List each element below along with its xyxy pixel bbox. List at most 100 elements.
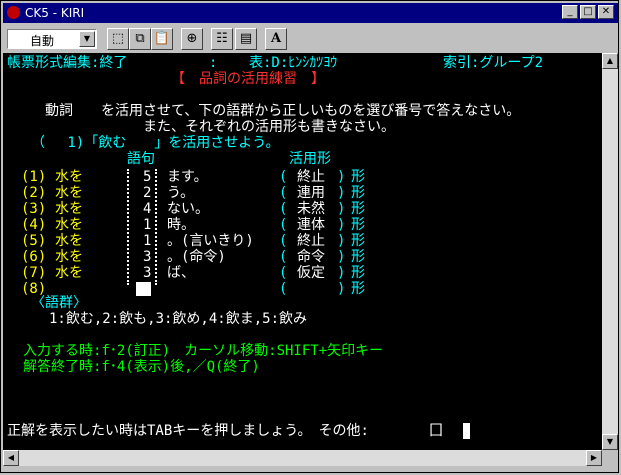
title-bar[interactable]: CK5 - KIRI _ □ ✕ [3, 3, 618, 23]
form-suffix: 形 [351, 249, 365, 265]
window-title: CK5 - KIRI [25, 6, 85, 20]
answer-number[interactable]: 1 [143, 217, 151, 233]
header-index: 索引:グループ2 [443, 55, 544, 71]
app-icon[interactable] [7, 6, 20, 19]
answer-bracket-right [155, 169, 159, 285]
close-button[interactable]: ✕ [598, 5, 614, 19]
row-subject: 水を [55, 169, 83, 185]
scroll-up-icon[interactable]: ▲ [602, 53, 618, 69]
row-ending: 。(言いきり) [167, 233, 254, 249]
form-suffix: 形 [351, 169, 365, 185]
chevron-down-icon[interactable]: ▼ [79, 31, 95, 47]
form-close-paren: ) [337, 217, 346, 233]
row-ending: 。(命令) [167, 249, 226, 265]
row-number: (1) [21, 169, 47, 185]
row-number: (7) [21, 265, 47, 281]
properties-icon[interactable]: ☷ [211, 28, 233, 50]
form-open-paren: ( [279, 185, 288, 201]
word-group-label: 〈語群〉 [31, 295, 87, 311]
help-line-2: 解答終了時:f･4(表示)後,／Q(終了) [23, 359, 260, 375]
column-header-word: 語句 [127, 151, 155, 167]
form-suffix: 形 [351, 233, 365, 249]
row-subject: 水を [55, 185, 83, 201]
word-group-items: 1:飲む,2:飲も,3:飲め,4:飲ま,5:飲み [49, 311, 308, 327]
form-answer[interactable]: 終止 [297, 169, 325, 185]
scroll-right-icon[interactable]: ▶ [586, 450, 602, 466]
row-number: (3) [21, 201, 47, 217]
row-subject: 水を [55, 217, 83, 233]
maximize-button[interactable]: □ [580, 5, 596, 19]
row-ending: う。 [167, 185, 195, 201]
form-open-paren: ( [279, 281, 288, 297]
answer-number[interactable]: 3 [143, 249, 151, 265]
form-open-paren: ( [279, 217, 288, 233]
horizontal-scrollbar[interactable]: ◀ ▶ [3, 450, 602, 466]
application-window: CK5 - KIRI _ □ ✕ 自動 ▼ ⬚ ⧉ 📋 ⊕ ☷ ▤ A 帳票形式… [0, 0, 619, 473]
form-close-paren: ) [337, 233, 346, 249]
row-ending: ない。 [167, 201, 209, 217]
help-line-1: 入力する時:f･2(訂正) カーソル移動:SHIFT+矢印キー [23, 343, 384, 359]
row-number: (5) [21, 233, 47, 249]
form-open-paren: ( [279, 201, 288, 217]
form-answer[interactable]: 命令 [297, 249, 325, 265]
answer-number[interactable]: 1 [143, 233, 151, 249]
form-open-paren: ( [279, 265, 288, 281]
header-left: 帳票形式編集:終了 [7, 55, 128, 71]
row-number: (6) [21, 249, 47, 265]
form-answer[interactable]: 仮定 [297, 265, 325, 281]
text-cursor [463, 423, 470, 439]
toolbar: 自動 ▼ ⬚ ⧉ 📋 ⊕ ☷ ▤ A [3, 25, 618, 53]
status-input-glyph: 囗 [429, 423, 443, 439]
form-close-paren: ) [337, 201, 346, 217]
row-subject: 水を [55, 265, 83, 281]
answer-bracket-left [127, 169, 131, 285]
paste-icon[interactable]: 📋 [151, 28, 173, 50]
row-subject: 水を [55, 201, 83, 217]
font-tool-button[interactable]: A [265, 28, 287, 50]
row-number: (4) [21, 217, 47, 233]
form-close-paren: ) [337, 169, 346, 185]
form-open-paren: ( [279, 233, 288, 249]
vertical-scrollbar[interactable]: ▲ ▼ [602, 53, 618, 450]
window-layout-icon[interactable]: ▤ [235, 28, 257, 50]
form-answer[interactable]: 連用 [297, 185, 325, 201]
row-ending: ば、 [167, 265, 195, 281]
copy-icon[interactable]: ⧉ [129, 28, 151, 50]
prompt-line: （ 1)「飲む 」を活用させよう。 [31, 135, 280, 151]
scrollbar-corner [602, 450, 618, 466]
answer-input-active[interactable] [136, 282, 151, 296]
form-open-paren: ( [279, 169, 288, 185]
header-colon: : [209, 55, 218, 71]
row-ending: ます。 [167, 169, 208, 185]
answer-number[interactable]: 2 [143, 185, 151, 201]
quiz-title: 【 品詞の活用練習 】 [171, 71, 325, 87]
select-area-icon[interactable]: ⬚ [107, 28, 129, 50]
column-header-form: 活用形 [289, 151, 331, 167]
form-answer[interactable]: 終止 [297, 233, 325, 249]
form-close-paren: ) [337, 249, 346, 265]
instruction-line-2: また、それぞれの活用形も書きなさい。 [143, 119, 395, 135]
answer-number[interactable]: 4 [143, 201, 151, 217]
form-answer[interactable]: 未然 [297, 201, 325, 217]
scroll-down-icon[interactable]: ▼ [602, 434, 618, 450]
answer-number[interactable]: 5 [143, 169, 151, 185]
target-icon[interactable]: ⊕ [181, 28, 203, 50]
form-close-paren: ) [337, 185, 346, 201]
scroll-left-icon[interactable]: ◀ [3, 450, 19, 466]
row-ending: 時。 [167, 217, 195, 233]
status-line: 正解を表示したい時はTABキーを押しましょう。 その他: [7, 423, 369, 439]
form-suffix: 形 [351, 217, 365, 233]
mode-select-value: 自動 [30, 34, 55, 48]
form-open-paren: ( [279, 249, 288, 265]
mode-select[interactable]: 自動 ▼ [7, 29, 97, 49]
form-suffix: 形 [351, 201, 365, 217]
form-suffix: 形 [351, 281, 365, 297]
header-table: 表:D:ﾋﾝｼｶﾂﾖｳ [249, 55, 338, 71]
answer-number[interactable]: 3 [143, 265, 151, 281]
instruction-line-1: 動詞 を活用させて、下の語群から正しいものを選び番号で答えなさい。 [45, 103, 521, 119]
form-answer[interactable]: 連体 [297, 217, 325, 233]
terminal-screen[interactable]: 帳票形式編集:終了 : 表:D:ﾋﾝｼｶﾂﾖｳ 索引:グループ2 【 品詞の活用… [3, 53, 602, 450]
form-close-paren: ) [337, 265, 346, 281]
row-subject: 水を [55, 233, 83, 249]
minimize-button[interactable]: _ [562, 5, 578, 19]
